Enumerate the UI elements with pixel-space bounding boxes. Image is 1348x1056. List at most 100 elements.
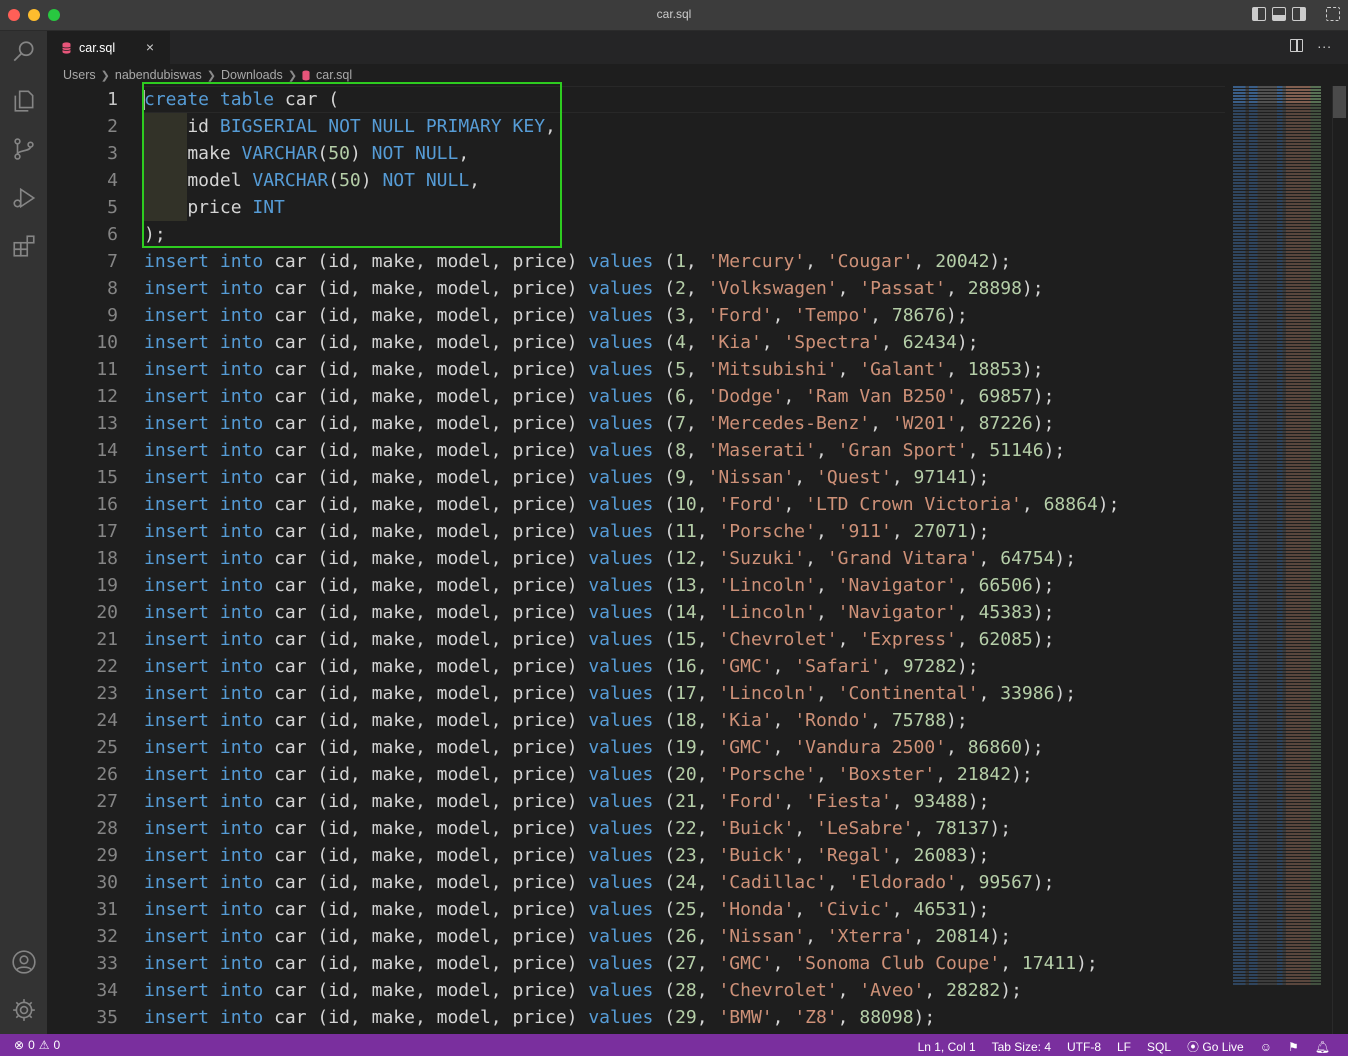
code-line[interactable]: 24 insert into car (id, make, model, pric…: [47, 707, 1227, 734]
code-token: ,: [794, 899, 816, 920]
code-token: car (id, make, model, price): [263, 980, 589, 1001]
extensions-icon[interactable]: [11, 233, 37, 259]
code-line[interactable]: 26 insert into car (id, make, model, pric…: [47, 761, 1227, 788]
tab-car-sql[interactable]: car.sql ×: [47, 31, 170, 64]
code-line[interactable]: 15 insert into car (id, make, model, pric…: [47, 464, 1227, 491]
code-token: car (id, make, model, price): [263, 656, 589, 677]
code-line[interactable]: 18 insert into car (id, make, model, pric…: [47, 545, 1227, 572]
minimap-line: [1233, 968, 1321, 970]
code-line[interactable]: 11 insert into car (id, make, model, pric…: [47, 356, 1227, 383]
minimap-line: [1233, 563, 1321, 565]
toggle-panel-icon[interactable]: [1272, 7, 1286, 21]
close-tab-icon[interactable]: ×: [146, 39, 154, 55]
sql-keyword: VARCHAR: [241, 143, 318, 164]
breadcrumb-item[interactable]: Users: [63, 68, 96, 82]
code-line[interactable]: 12 insert into car (id, make, model, pric…: [47, 383, 1227, 410]
tab-size[interactable]: Tab Size: 4: [992, 1040, 1051, 1054]
breadcrumb-item[interactable]: car.sql: [316, 68, 352, 82]
code-token: ,: [696, 683, 719, 704]
code-line[interactable]: 2 id BIGSERIAL NOT NULL PRIMARY KEY,: [47, 113, 1227, 140]
code-token: car (id, make, model, price): [263, 953, 589, 974]
settings-gear-icon[interactable]: [11, 997, 37, 1023]
minimap-line: [1233, 974, 1321, 976]
more-actions-icon[interactable]: ...: [1317, 35, 1332, 51]
minimap-line: [1233, 860, 1321, 862]
code-token: car (id, make, model, price): [263, 764, 589, 785]
copilot-icon[interactable]: ☺: [1260, 1040, 1272, 1054]
code-token: ,: [696, 521, 719, 542]
code-line[interactable]: 23 insert into car (id, make, model, pric…: [47, 680, 1227, 707]
code-line[interactable]: 4 model VARCHAR(50) NOT NULL,: [47, 167, 1227, 194]
code-line[interactable]: 17 insert into car (id, make, model, pric…: [47, 518, 1227, 545]
notifications-bell-icon[interactable]: 🔔︎: [1315, 1040, 1330, 1054]
toggle-primary-sidebar-icon[interactable]: [1252, 7, 1266, 21]
minimap-line: [1233, 686, 1321, 688]
minimap-line: [1233, 311, 1321, 313]
code-line[interactable]: 13 insert into car (id, make, model, pric…: [47, 410, 1227, 437]
sql-number: 21842: [956, 764, 1012, 785]
customize-layout-icon[interactable]: [1326, 7, 1340, 21]
end-of-line[interactable]: LF: [1117, 1040, 1131, 1054]
minimap-line: [1233, 779, 1321, 781]
code-line[interactable]: 35 insert into car (id, make, model, pric…: [47, 1004, 1227, 1031]
encoding[interactable]: UTF-8: [1067, 1040, 1101, 1054]
breadcrumb-item[interactable]: Downloads: [221, 68, 283, 82]
code-line[interactable]: 32 insert into car (id, make, model, pric…: [47, 923, 1227, 950]
code-token: ,: [837, 278, 860, 299]
code-editor[interactable]: 1 create table car (2 id BIGSERIAL NOT NU…: [47, 86, 1230, 1034]
sql-keyword: values: [588, 737, 654, 758]
code-line[interactable]: 16 insert into car (id, make, model, pric…: [47, 491, 1227, 518]
sql-keyword: values: [588, 845, 654, 866]
code-line[interactable]: 21 insert into car (id, make, model, pric…: [47, 626, 1227, 653]
line-number: 12: [96, 386, 118, 407]
code-line[interactable]: 34 insert into car (id, make, model, pric…: [47, 977, 1227, 1004]
sql-number: 3: [675, 305, 686, 326]
code-line[interactable]: 9 insert into car (id, make, model, price…: [47, 302, 1227, 329]
code-line[interactable]: 10 insert into car (id, make, model, pric…: [47, 329, 1227, 356]
language-mode[interactable]: SQL: [1147, 1040, 1171, 1054]
code-line[interactable]: 30 insert into car (id, make, model, pric…: [47, 869, 1227, 896]
explorer-icon[interactable]: [11, 88, 37, 114]
minimap-line: [1233, 623, 1321, 625]
code-line[interactable]: 20 insert into car (id, make, model, pric…: [47, 599, 1227, 626]
line-number: 33: [96, 953, 118, 974]
account-icon[interactable]: [11, 949, 37, 975]
minimap-line: [1233, 947, 1321, 949]
code-line[interactable]: 3 make VARCHAR(50) NOT NULL,: [47, 140, 1227, 167]
code-token: car (id, make, model, price): [263, 359, 589, 380]
problems-indicator[interactable]: ⊗ 0 ⚠ 0: [14, 1038, 60, 1052]
breadcrumb-item[interactable]: nabendubiswas: [115, 68, 202, 82]
minimap-line: [1233, 542, 1321, 544]
code-line[interactable]: 33 insert into car (id, make, model, pric…: [47, 950, 1227, 977]
code-line[interactable]: 8 insert into car (id, make, model, price…: [47, 275, 1227, 302]
code-line[interactable]: 6);: [47, 221, 1227, 248]
code-line[interactable]: 31 insert into car (id, make, model, pric…: [47, 896, 1227, 923]
vertical-scrollbar[interactable]: [1332, 86, 1347, 1034]
code-line[interactable]: 1 create table car (: [47, 86, 1227, 113]
sql-keyword: insert: [144, 251, 210, 272]
go-live-button[interactable]: ⦿ Go Live: [1187, 1038, 1244, 1055]
run-debug-icon[interactable]: [11, 185, 37, 211]
minimap-line: [1233, 737, 1321, 739]
toggle-secondary-sidebar-icon[interactable]: [1292, 7, 1306, 21]
code-line[interactable]: 29 insert into car (id, make, model, pric…: [47, 842, 1227, 869]
minimap[interactable]: [1233, 86, 1333, 1034]
code-line[interactable]: 5 price INT: [47, 194, 1227, 221]
code-line[interactable]: 22 insert into car (id, make, model, pric…: [47, 653, 1227, 680]
minimap-line: [1233, 893, 1321, 895]
sql-string: 'Galant': [859, 359, 947, 380]
code-line[interactable]: 25 insert into car (id, make, model, pric…: [47, 734, 1227, 761]
cursor-position[interactable]: Ln 1, Col 1: [918, 1040, 976, 1054]
code-line[interactable]: 19 insert into car (id, make, model, pric…: [47, 572, 1227, 599]
code-line[interactable]: 14 insert into car (id, make, model, pric…: [47, 437, 1227, 464]
scrollbar-thumb[interactable]: [1333, 86, 1346, 118]
split-editor-icon[interactable]: [1290, 39, 1304, 52]
code-line[interactable]: 7 insert into car (id, make, model, price…: [47, 248, 1227, 275]
feedback-icon[interactable]: ⚑: [1288, 1040, 1299, 1054]
code-token: ,: [696, 575, 719, 596]
source-control-icon[interactable]: [11, 136, 37, 162]
code-line[interactable]: 27 insert into car (id, make, model, pric…: [47, 788, 1227, 815]
code-line[interactable]: 28 insert into car (id, make, model, pric…: [47, 815, 1227, 842]
search-icon[interactable]: [11, 39, 37, 65]
